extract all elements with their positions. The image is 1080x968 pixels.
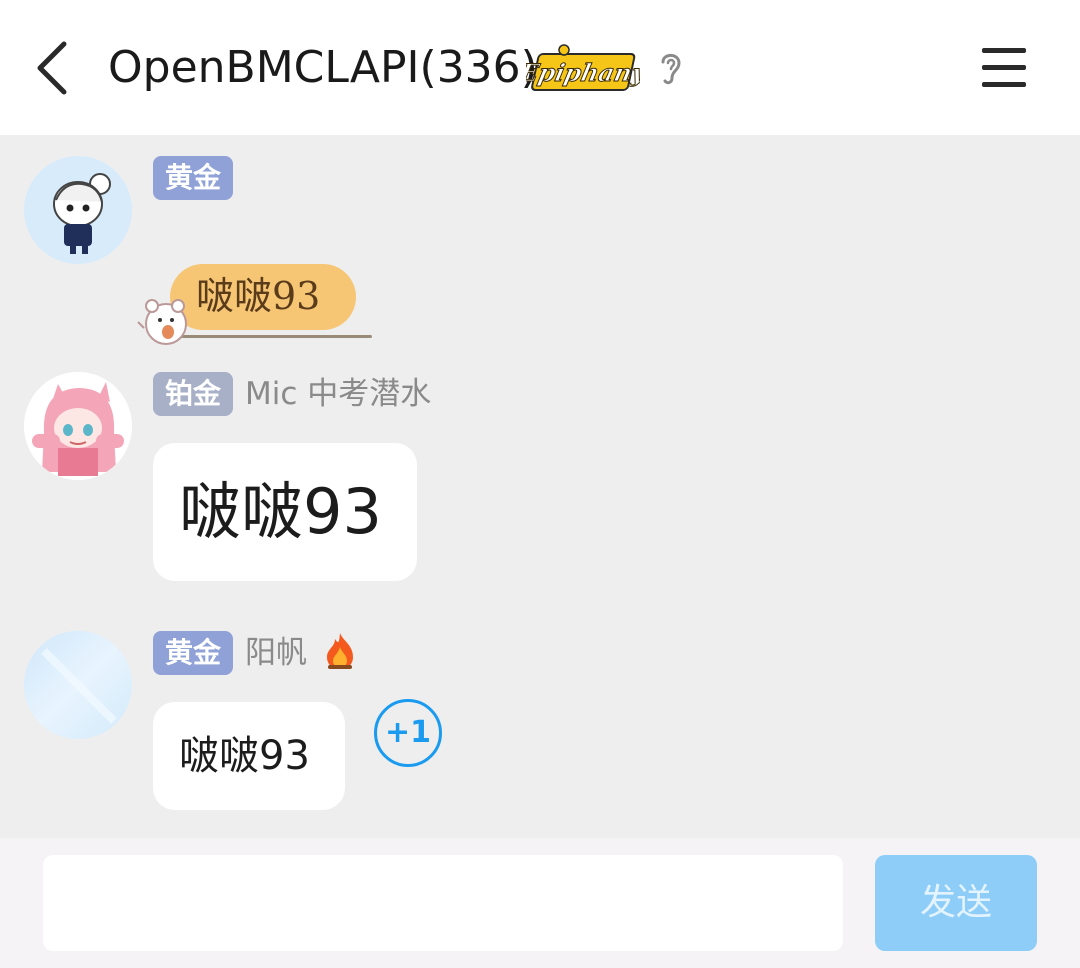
message-text: 啵啵93 [179, 475, 382, 548]
bubble-decoration-line [180, 335, 372, 338]
message-bubble[interactable]: 啵啵93 [153, 702, 345, 810]
chevron-left-icon [37, 41, 67, 95]
message-meta: 黄金 阳帆 [153, 631, 357, 675]
message-meta: 铂金 Mic 中考潜水 [153, 372, 431, 416]
message-list[interactable]: 黄金 啵啵93 铂金 Mic 中考潜水 啵啵93 黄金 阳帆 啵啵93 +1 [0, 135, 1080, 838]
bear-sticker-icon [136, 292, 194, 350]
sender-nickname: Mic 中考潜水 [245, 376, 432, 412]
rank-badge: 黄金 [153, 631, 234, 675]
rank-badge: 黄金 [153, 156, 234, 200]
menu-button[interactable] [980, 45, 1028, 91]
fire-icon [323, 631, 357, 675]
ear-icon[interactable] [655, 48, 687, 88]
message-meta: 黄金 [153, 156, 234, 200]
message-item: 黄金 啵啵93 [0, 156, 1080, 346]
avatar[interactable] [24, 156, 132, 264]
top-bar: OpenBMCLAPI(336) Epiphany [0, 0, 1080, 135]
plus-one-button[interactable]: +1 [374, 699, 442, 767]
group-title-badge: Epiphany [516, 40, 651, 96]
avatar[interactable] [24, 631, 132, 739]
avatar[interactable] [24, 372, 132, 480]
input-bar: 发送 [0, 838, 1080, 968]
rank-badge: 铂金 [153, 372, 234, 416]
chat-title: OpenBMCLAPI(336) [108, 42, 538, 93]
message-item: 铂金 Mic 中考潜水 啵啵93 [0, 372, 1080, 584]
message-bubble[interactable]: 啵啵93 [153, 443, 417, 581]
hamburger-menu-icon [982, 48, 1026, 87]
send-button[interactable]: 发送 [875, 855, 1037, 951]
group-badge-text: Epiphany [526, 58, 640, 87]
message-text: 啵啵93 [179, 733, 310, 779]
message-input[interactable] [43, 855, 843, 951]
message-item: 黄金 阳帆 啵啵93 +1 [0, 631, 1080, 811]
back-button[interactable] [28, 38, 78, 98]
sender-nickname: 阳帆 [245, 635, 308, 671]
message-text: 啵啵93 [196, 274, 321, 318]
